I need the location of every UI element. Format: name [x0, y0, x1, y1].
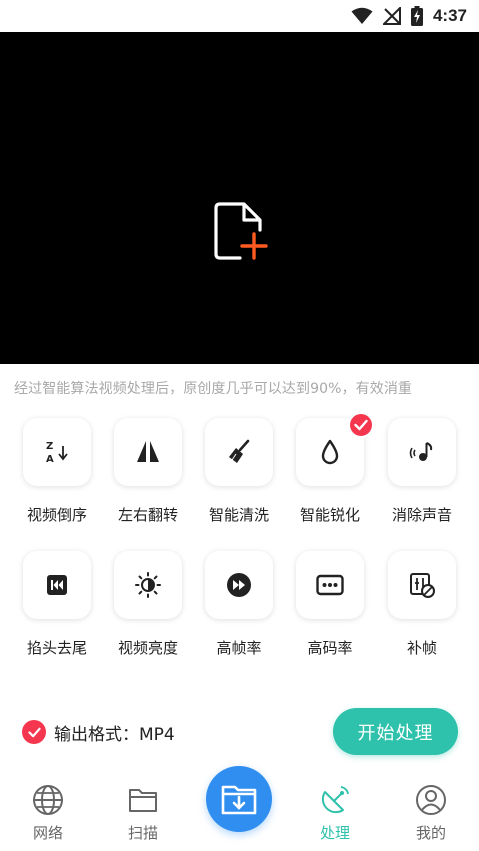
tool-mirror-flip-button[interactable] [114, 418, 182, 486]
tab-scan[interactable]: 扫描 [103, 784, 183, 846]
tool-smart-sharpen[interactable]: 智能锐化 [292, 412, 374, 538]
droplet-icon [321, 439, 339, 465]
tab-mine[interactable]: 我的 [391, 784, 471, 846]
tool-smart-clean[interactable]: 智能清洗 [201, 418, 277, 538]
tool-trim-ends[interactable]: 掐头去尾 [19, 551, 95, 671]
tool-label: 补帧 [406, 639, 437, 657]
svg-text:A: A [46, 454, 54, 465]
tab-network[interactable]: 网络 [8, 784, 88, 846]
fast-forward-icon [227, 573, 251, 597]
tab-label: 处理 [319, 824, 350, 842]
center-download-button[interactable] [206, 766, 272, 832]
tool-high-bitrate-button[interactable] [296, 551, 364, 619]
tool-remove-sound[interactable]: 消除声音 [384, 418, 460, 538]
tool-frame-fill[interactable]: 补帧 [384, 551, 460, 671]
output-format-row[interactable]: 输出格式：MP4 [22, 718, 175, 746]
add-file-icon[interactable] [212, 200, 268, 262]
tool-smart-clean-button[interactable] [205, 418, 273, 486]
hint-text: 经过智能算法视频处理后，原创度几乎可以达到90%，有效消重 [14, 381, 413, 397]
tool-label: 高帧率 [216, 639, 262, 657]
tab-label: 我的 [415, 824, 446, 842]
tool-video-brightness-button[interactable] [114, 551, 182, 619]
check-icon [27, 727, 41, 737]
tool-trim-ends-button[interactable] [23, 551, 91, 619]
status-time: 4:37 [432, 6, 467, 25]
battery-charging-icon [410, 6, 423, 26]
brightness-icon [135, 572, 161, 598]
user-profile-icon [416, 785, 446, 815]
tab-label: 网络 [32, 824, 63, 842]
broom-icon [229, 439, 250, 463]
frame-fill-icon [410, 573, 435, 598]
tool-high-bitrate[interactable]: 高码率 [292, 551, 368, 671]
tool-video-reverse-button[interactable]: Z A [23, 418, 91, 486]
tool-label: 消除声音 [391, 506, 452, 524]
check-circle-icon[interactable] [22, 720, 46, 744]
tool-label: 掐头去尾 [26, 639, 87, 657]
tool-label: 左右翻转 [117, 506, 178, 524]
svg-text:Z: Z [46, 441, 53, 452]
tool-remove-sound-button[interactable] [388, 418, 456, 486]
status-icons: 4:37 [351, 5, 467, 27]
no-signal-icon [382, 7, 401, 25]
tool-frame-fill-button[interactable] [388, 551, 456, 619]
tool-label: 视频倒序 [26, 506, 87, 524]
tab-process[interactable]: 处理 [295, 784, 375, 846]
globe-icon [33, 785, 63, 815]
tool-high-framerate-button[interactable] [205, 551, 273, 619]
tool-label: 视频亮度 [117, 639, 178, 657]
tool-high-framerate[interactable]: 高帧率 [201, 551, 277, 671]
mute-sound-icon [409, 442, 433, 461]
trim-ends-icon [47, 575, 67, 595]
download-folder-icon [221, 785, 257, 815]
wifi-icon [351, 7, 373, 24]
status-bar: 4:37 [0, 0, 479, 32]
tool-label: 高码率 [307, 639, 353, 657]
output-format-label: 输出格式：MP4 [54, 724, 175, 745]
start-process-button[interactable]: 开始处理 [333, 708, 458, 755]
tool-label: 智能锐化 [299, 506, 360, 524]
selected-check-badge [348, 412, 374, 438]
mirror-flip-icon [137, 439, 159, 465]
tab-label: 扫描 [127, 824, 158, 842]
tool-video-brightness[interactable]: 视频亮度 [110, 551, 186, 671]
check-icon [354, 419, 368, 431]
bitrate-icon [316, 574, 344, 596]
folder-icon [129, 789, 157, 812]
tool-mirror-flip[interactable]: 左右翻转 [110, 418, 186, 538]
reverse-sort-icon: Z A [46, 441, 68, 465]
tool-video-reverse[interactable]: Z A 视频倒序 [19, 418, 95, 538]
tool-label: 智能清洗 [208, 506, 269, 524]
video-preview-area[interactable] [0, 32, 479, 364]
bottom-tab-bar: 网络 扫描 处理 我的 [0, 766, 479, 851]
satellite-dish-icon [321, 786, 349, 814]
